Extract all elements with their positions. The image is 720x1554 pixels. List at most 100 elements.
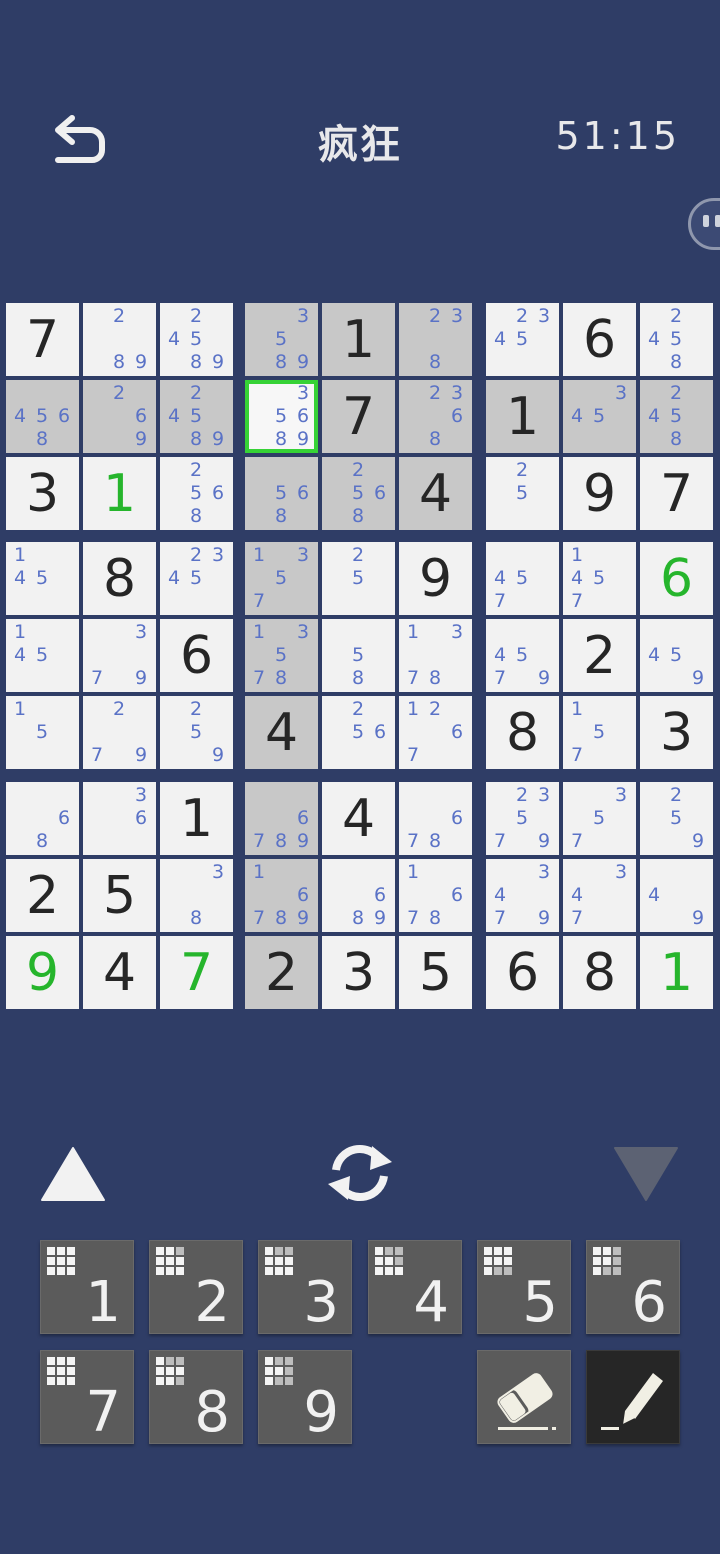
cell-r9c9[interactable]: 1 (640, 936, 713, 1009)
cell-r2c7[interactable]: 1 (486, 380, 559, 453)
cell-r5c5[interactable]: 58 (322, 619, 395, 692)
cell-r2c2[interactable]: 269 (83, 380, 156, 453)
cell-r6c9[interactable]: 3 (640, 696, 713, 769)
cell-r1c6[interactable]: 23 8 (399, 303, 472, 376)
cell-r8c6[interactable]: 1678 (399, 859, 472, 932)
cell-r8c8[interactable]: 3 47 (563, 859, 636, 932)
cell-r3c8[interactable]: 9 (563, 457, 636, 530)
cell-r4c8[interactable]: 1457 (563, 542, 636, 615)
number-key-7[interactable]: 7 (40, 1350, 134, 1444)
cell-r3c7[interactable]: 25 (486, 457, 559, 530)
cell-r5c3[interactable]: 6 (160, 619, 233, 692)
cell-r9c7[interactable]: 6 (486, 936, 559, 1009)
cell-r6c7[interactable]: 8 (486, 696, 559, 769)
cell-r2c4[interactable]: 35689 (245, 380, 318, 453)
cell-r5c8[interactable]: 2 (563, 619, 636, 692)
cell-r3c9[interactable]: 7 (640, 457, 713, 530)
note-digit: 7 (493, 590, 507, 612)
cell-r7c6[interactable]: 6 78 (399, 782, 472, 855)
cell-r7c5[interactable]: 4 (322, 782, 395, 855)
cell-r8c3[interactable]: 38 (160, 859, 233, 932)
cell-r5c4[interactable]: 1 3578 (245, 619, 318, 692)
cell-r6c2[interactable]: 2 7 9 (83, 696, 156, 769)
cell-r4c6[interactable]: 9 (399, 542, 472, 615)
cell-r2c1[interactable]: 4568 (6, 380, 79, 453)
previous-button[interactable] (40, 1146, 106, 1202)
cell-r3c1[interactable]: 3 (6, 457, 79, 530)
cell-r1c1[interactable]: 7 (6, 303, 79, 376)
note-digit: 5 (274, 405, 288, 427)
cell-r2c6[interactable]: 2368 (399, 380, 472, 453)
cell-r2c3[interactable]: 24589 (160, 380, 233, 453)
cell-r6c3[interactable]: 259 (160, 696, 233, 769)
cell-r7c2[interactable]: 36 (83, 782, 156, 855)
note-digit: 3 (296, 621, 310, 643)
cell-r3c4[interactable]: 568 (245, 457, 318, 530)
cell-r5c1[interactable]: 145 (6, 619, 79, 692)
number-key-3[interactable]: 3 (258, 1240, 352, 1334)
cell-r1c9[interactable]: 2458 (640, 303, 713, 376)
cell-r3c2[interactable]: 1 (83, 457, 156, 530)
cell-r9c4[interactable]: 2 (245, 936, 318, 1009)
cell-r5c9[interactable]: 459 (640, 619, 713, 692)
cell-r2c5[interactable]: 7 (322, 380, 395, 453)
cell-r1c8[interactable]: 6 (563, 303, 636, 376)
cell-r4c5[interactable]: 25 (322, 542, 395, 615)
cell-r4c2[interactable]: 8 (83, 542, 156, 615)
number-key-6[interactable]: 6 (586, 1240, 680, 1334)
next-button[interactable] (613, 1146, 679, 1202)
cell-r9c2[interactable]: 4 (83, 936, 156, 1009)
note-digit: 8 (35, 830, 49, 852)
number-key-8[interactable]: 8 (149, 1350, 243, 1444)
cell-r1c3[interactable]: 24589 (160, 303, 233, 376)
cell-r7c3[interactable]: 1 (160, 782, 233, 855)
cell-r5c7[interactable]: 457 9 (486, 619, 559, 692)
cell-r4c4[interactable]: 1 357 (245, 542, 318, 615)
eraser-button[interactable] (477, 1350, 571, 1444)
cell-r2c9[interactable]: 2458 (640, 380, 713, 453)
cell-r1c2[interactable]: 2 89 (83, 303, 156, 376)
cell-r7c9[interactable]: 259 (640, 782, 713, 855)
number-key-4[interactable]: 4 (368, 1240, 462, 1334)
eraser-icon (496, 1373, 556, 1430)
cell-r9c1[interactable]: 9 (6, 936, 79, 1009)
refresh-button[interactable] (322, 1140, 398, 1206)
cell-r9c8[interactable]: 8 (563, 936, 636, 1009)
cell-r6c8[interactable]: 157 (563, 696, 636, 769)
cell-r4c1[interactable]: 145 (6, 542, 79, 615)
cell-r9c3[interactable]: 7 (160, 936, 233, 1009)
cell-r1c4[interactable]: 3589 (245, 303, 318, 376)
cell-r7c1[interactable]: 68 (6, 782, 79, 855)
cell-r3c6[interactable]: 4 (399, 457, 472, 530)
cell-r3c5[interactable]: 2568 (322, 457, 395, 530)
cell-r8c9[interactable]: 49 (640, 859, 713, 932)
cell-r3c3[interactable]: 2568 (160, 457, 233, 530)
cell-r1c5[interactable]: 1 (322, 303, 395, 376)
cell-r4c7[interactable]: 457 (486, 542, 559, 615)
cell-r8c5[interactable]: 689 (322, 859, 395, 932)
cell-r6c5[interactable]: 256 (322, 696, 395, 769)
cell-r5c6[interactable]: 1 3 78 (399, 619, 472, 692)
cell-r8c7[interactable]: 3 47 9 (486, 859, 559, 932)
number-key-5[interactable]: 5 (477, 1240, 571, 1334)
cell-r2c8[interactable]: 3 45 (563, 380, 636, 453)
cell-r7c7[interactable]: 2357 9 (486, 782, 559, 855)
cell-r6c1[interactable]: 15 (6, 696, 79, 769)
cell-r6c4[interactable]: 4 (245, 696, 318, 769)
cell-r8c4[interactable]: 1 6 789 (245, 859, 318, 932)
cell-r8c1[interactable]: 2 (6, 859, 79, 932)
cell-r6c6[interactable]: 126 7 (399, 696, 472, 769)
cell-r1c7[interactable]: 23 45 (486, 303, 559, 376)
cell-r4c3[interactable]: 23 45 (160, 542, 233, 615)
cell-r4c9[interactable]: 6 (640, 542, 713, 615)
cell-r5c2[interactable]: 3 7 9 (83, 619, 156, 692)
cell-r7c4[interactable]: 6 789 (245, 782, 318, 855)
number-key-9[interactable]: 9 (258, 1350, 352, 1444)
cell-r7c8[interactable]: 357 (563, 782, 636, 855)
pencil-notes-toggle[interactable] (586, 1350, 680, 1444)
number-key-1[interactable]: 1 (40, 1240, 134, 1334)
cell-r9c6[interactable]: 5 (399, 936, 472, 1009)
cell-r8c2[interactable]: 5 (83, 859, 156, 932)
cell-r9c5[interactable]: 3 (322, 936, 395, 1009)
number-key-2[interactable]: 2 (149, 1240, 243, 1334)
